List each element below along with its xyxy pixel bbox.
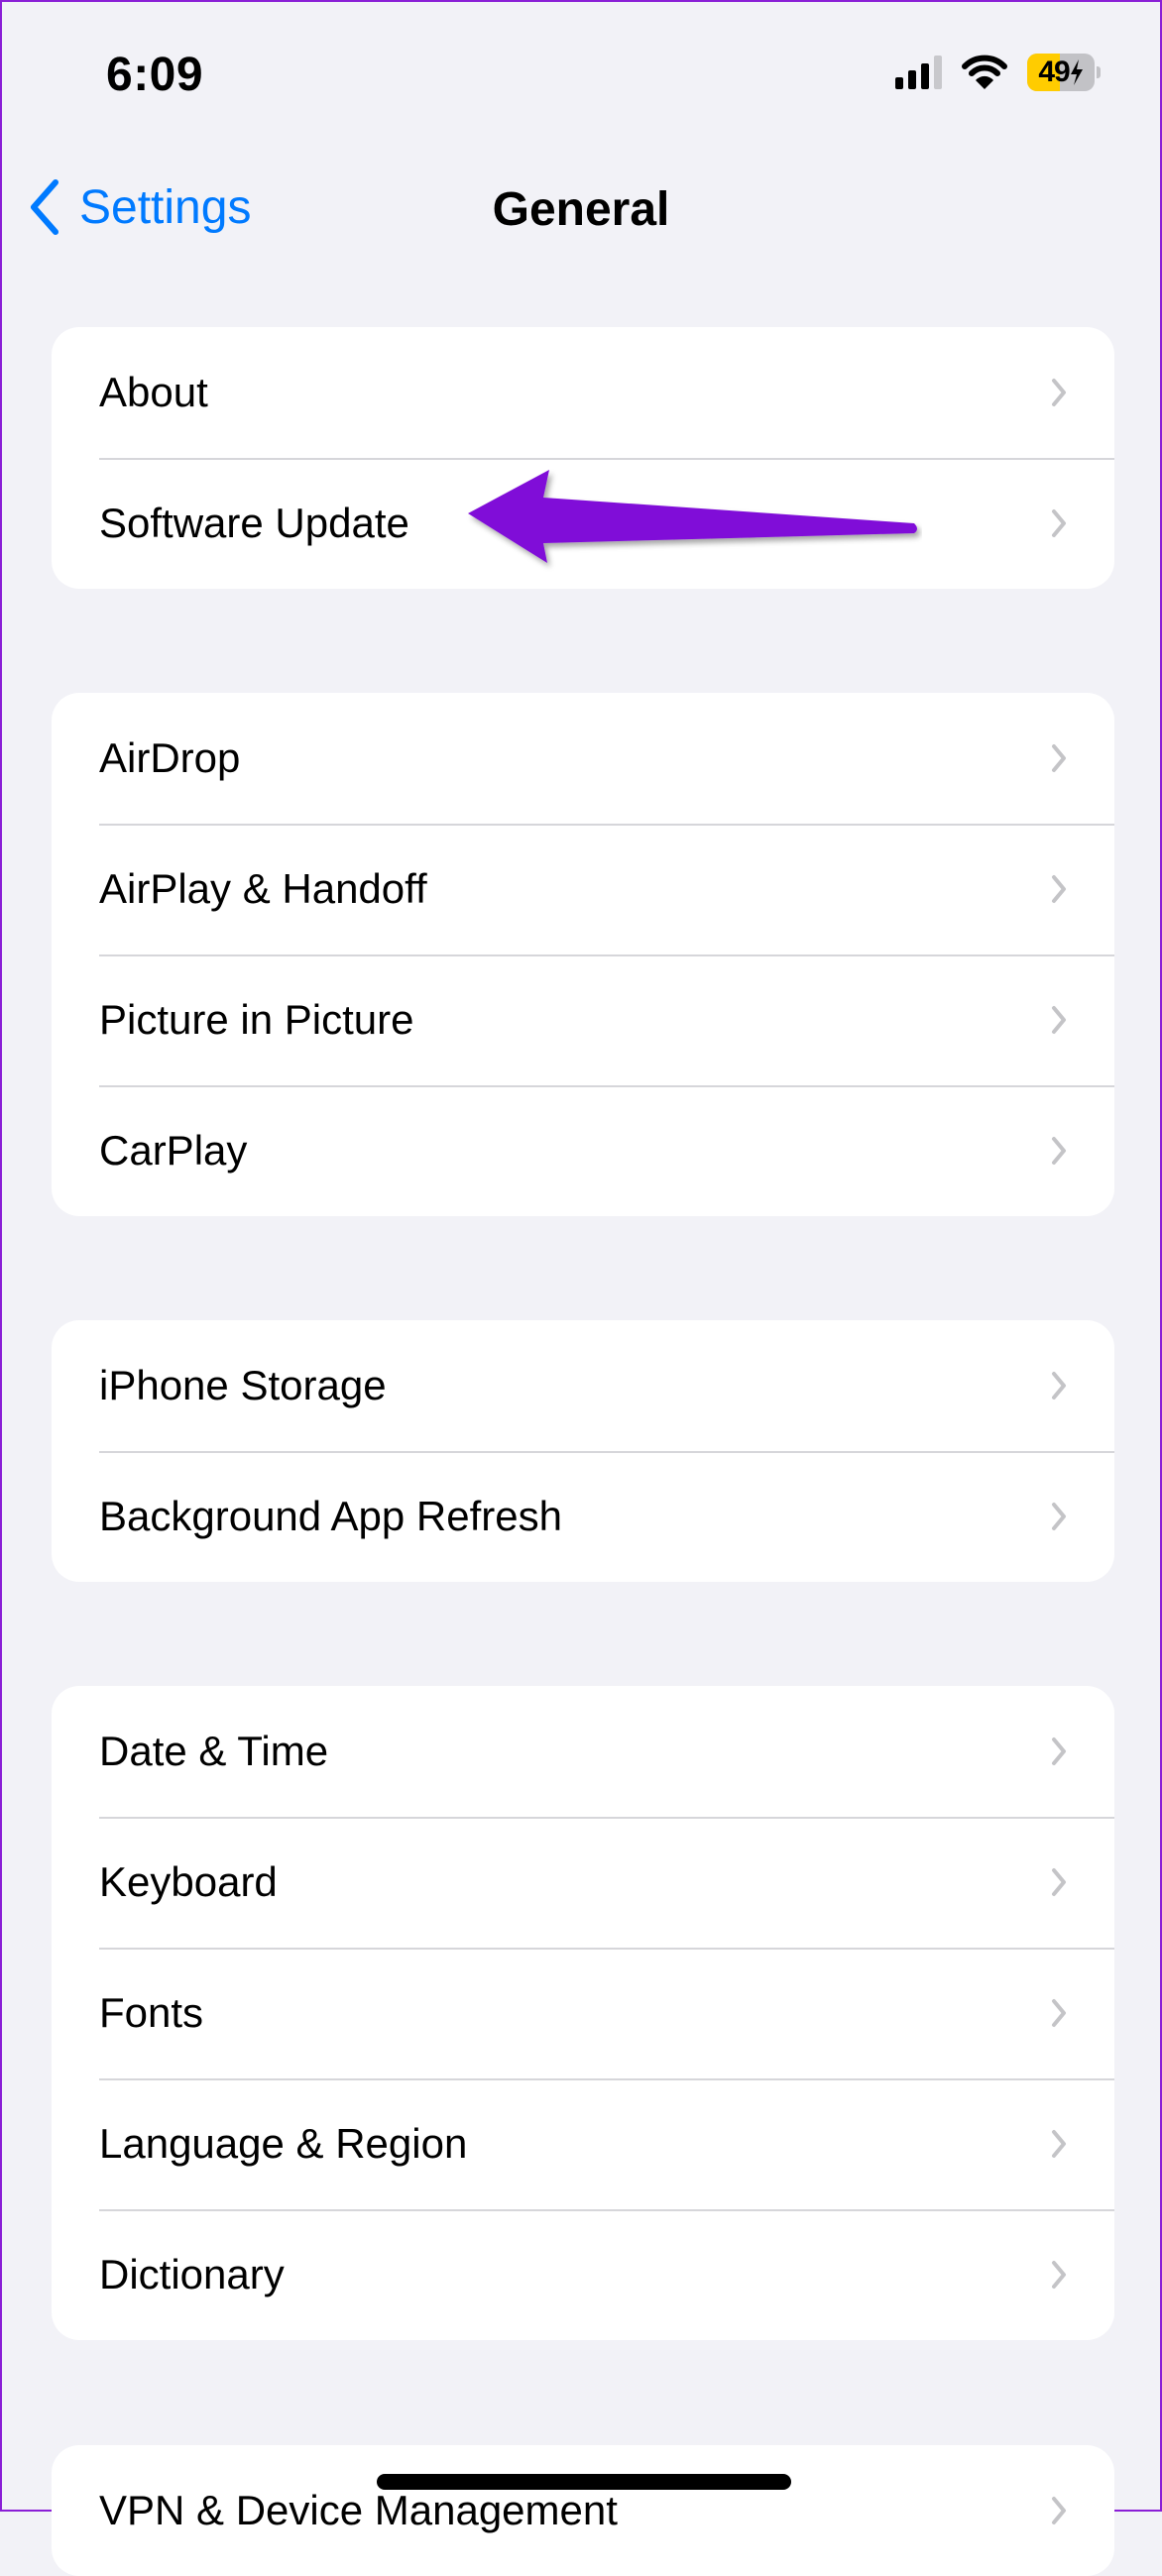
row-carplay[interactable]: CarPlay (52, 1085, 1114, 1216)
row-label: AirDrop (99, 734, 241, 781)
row-label: Language & Region (99, 2120, 468, 2167)
home-indicator[interactable] (377, 2474, 791, 2490)
row-label: Date & Time (99, 1728, 329, 1774)
chevron-right-icon (1051, 2496, 1067, 2525)
row-fonts[interactable]: Fonts (52, 1948, 1114, 2078)
row-iphone-storage[interactable]: iPhone Storage (52, 1320, 1114, 1451)
chevron-right-icon (1051, 1867, 1067, 1897)
row-dictionary[interactable]: Dictionary (52, 2209, 1114, 2340)
chevron-right-icon (1051, 1998, 1067, 2028)
battery-cap (1097, 66, 1101, 78)
row-label: Background App Refresh (99, 1493, 562, 1539)
settings-group-1: About Software Update (52, 327, 1114, 589)
row-about[interactable]: About (52, 327, 1114, 458)
row-picture-in-picture[interactable]: Picture in Picture (52, 954, 1114, 1085)
cellular-signal-icon (895, 56, 942, 89)
row-label: VPN & Device Management (99, 2487, 618, 2533)
row-label: AirPlay & Handoff (99, 865, 427, 912)
chevron-right-icon (1051, 743, 1067, 773)
chevron-right-icon (1051, 1136, 1067, 1166)
status-time: 6:09 (106, 49, 204, 101)
settings-group-5: VPN & Device Management (52, 2445, 1114, 2576)
charging-bolt-icon (1070, 59, 1083, 85)
settings-group-4: Date & Time Keyboard Fonts Language & Re… (52, 1686, 1114, 2340)
settings-group-3: iPhone Storage Background App Refresh (52, 1320, 1114, 1582)
row-label: iPhone Storage (99, 1362, 387, 1408)
chevron-right-icon (1051, 378, 1067, 407)
row-label: CarPlay (99, 1127, 248, 1174)
settings-group-2: AirDrop AirPlay & Handoff Picture in Pic… (52, 693, 1114, 1216)
wifi-icon (962, 55, 1007, 90)
chevron-right-icon (1051, 1005, 1067, 1035)
status-bar: 6:09 49 (2, 2, 1160, 141)
battery-icon: 49 (1027, 54, 1101, 91)
row-vpn-device-management[interactable]: VPN & Device Management (52, 2445, 1114, 2576)
row-language-region[interactable]: Language & Region (52, 2078, 1114, 2209)
row-keyboard[interactable]: Keyboard (52, 1817, 1114, 1948)
chevron-right-icon (1051, 2260, 1067, 2290)
row-label: Picture in Picture (99, 996, 414, 1043)
row-background-app-refresh[interactable]: Background App Refresh (52, 1451, 1114, 1582)
chevron-right-icon (1051, 1502, 1067, 1531)
status-icons: 49 (895, 54, 1101, 91)
battery-percent: 49 (1038, 56, 1070, 88)
chevron-right-icon (1051, 1371, 1067, 1400)
row-date-time[interactable]: Date & Time (52, 1686, 1114, 1817)
row-label: About (99, 369, 208, 415)
row-airplay-handoff[interactable]: AirPlay & Handoff (52, 824, 1114, 954)
chevron-right-icon (1051, 2129, 1067, 2159)
row-software-update[interactable]: Software Update (52, 458, 1114, 589)
row-label: Keyboard (99, 1858, 278, 1905)
chevron-right-icon (1051, 1736, 1067, 1766)
chevron-right-icon (1051, 508, 1067, 538)
row-label: Fonts (99, 1989, 204, 2036)
page-title: General (492, 183, 670, 236)
chevron-right-icon (1051, 874, 1067, 904)
row-label: Dictionary (99, 2251, 285, 2297)
row-label: Software Update (99, 500, 409, 546)
row-airdrop[interactable]: AirDrop (52, 693, 1114, 824)
navigation-bar: Settings General (2, 161, 1160, 250)
